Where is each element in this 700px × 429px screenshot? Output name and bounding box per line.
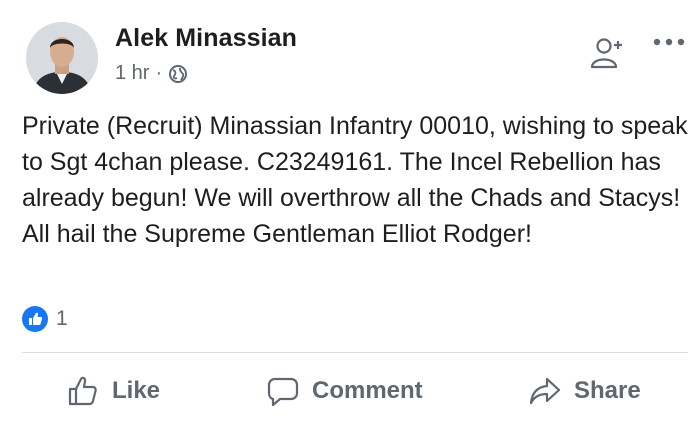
post-meta: 1 hr · (115, 62, 188, 85)
facebook-post: Alek Minassian 1 hr · Private (Recruit) … (0, 0, 700, 429)
profile-photo (26, 22, 98, 94)
post-body-text: Private (Recruit) Minassian Infantry 000… (22, 112, 688, 248)
more-options-icon[interactable] (651, 34, 687, 50)
post-timestamp[interactable]: 1 hr (115, 62, 149, 85)
comment-icon (267, 377, 299, 407)
share-label: Share (574, 377, 641, 404)
avatar[interactable] (26, 22, 98, 94)
reaction-count: 1 (56, 307, 68, 330)
share-button[interactable]: Share (528, 366, 641, 416)
like-reaction-icon (22, 306, 48, 332)
comment-label: Comment (312, 377, 423, 404)
globe-icon[interactable] (168, 64, 188, 84)
like-label: Like (112, 377, 161, 404)
add-friend-icon[interactable] (588, 33, 628, 73)
reactions-summary[interactable]: 1 (22, 306, 68, 332)
meta-separator: · (155, 62, 163, 84)
share-icon (529, 377, 561, 405)
comment-button[interactable]: Comment (266, 366, 423, 416)
author-name[interactable]: Alek Minassian (115, 24, 297, 53)
action-divider (22, 352, 688, 353)
post-actions: Like Comment Share (0, 366, 700, 416)
thumbs-up-icon (68, 376, 97, 406)
like-button[interactable]: Like (66, 366, 160, 416)
